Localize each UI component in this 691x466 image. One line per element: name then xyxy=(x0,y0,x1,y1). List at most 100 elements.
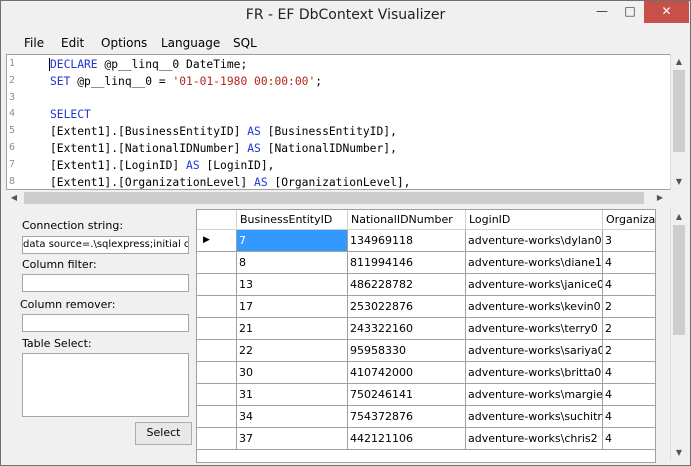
grid-cell[interactable]: adventure-works\janice0 xyxy=(466,274,603,296)
scroll-right-arrow-icon[interactable]: ▶ xyxy=(652,190,668,206)
row-header[interactable]: ▶ xyxy=(197,230,237,252)
code-token: [Extent1].[NationalIDNumber] xyxy=(50,142,248,155)
scroll-thumb[interactable] xyxy=(24,192,644,204)
code-token: [Extent1].[BusinessEntityID] xyxy=(50,125,248,139)
grid-cell[interactable]: 4 xyxy=(603,384,655,406)
grid-cell[interactable]: 754372876 xyxy=(348,406,466,428)
grid-cell[interactable]: 4 xyxy=(603,252,655,274)
grid-corner-header[interactable] xyxy=(197,210,237,230)
grid-cell[interactable]: adventure-works\sariya0 xyxy=(466,340,603,362)
minimize-button[interactable]: — xyxy=(588,1,616,23)
line-number: 4 xyxy=(9,108,16,120)
row-header[interactable] xyxy=(197,252,237,274)
menu-edit[interactable]: Edit xyxy=(61,36,84,50)
menu-language[interactable]: Language xyxy=(161,36,220,50)
column-header[interactable]: OrganizationL xyxy=(603,210,655,230)
grid-cell[interactable]: 13 xyxy=(237,274,348,296)
grid-cell[interactable]: 486228782 xyxy=(348,274,466,296)
grid-cell[interactable]: adventure-works\diane1 xyxy=(466,252,603,274)
select-button[interactable]: Select xyxy=(135,422,192,445)
grid-cell[interactable]: 37 xyxy=(237,428,348,450)
grid-cell[interactable]: 4 xyxy=(603,406,655,428)
grid-cell[interactable]: 21 xyxy=(237,318,348,340)
column-header[interactable]: BusinessEntityID xyxy=(237,210,348,230)
grid-cell[interactable]: 95958330 xyxy=(348,340,466,362)
row-header[interactable] xyxy=(197,362,237,384)
grid-cell[interactable]: adventure-works\margie0 xyxy=(466,384,603,406)
column-header[interactable]: NationalIDNumber xyxy=(348,210,466,230)
editor-vertical-scrollbar[interactable]: ▲ ▼ xyxy=(670,54,687,190)
line-number-gutter: 1 2 3 4 5 6 7 8 xyxy=(7,55,21,189)
grid-cell[interactable]: 750246141 xyxy=(348,384,466,406)
grid-cell[interactable]: adventure-works\suchitra0 xyxy=(466,406,603,428)
grid-cell[interactable]: adventure-works\kevin0 xyxy=(466,296,603,318)
scroll-down-arrow-icon[interactable]: ▼ xyxy=(671,445,687,461)
text-cursor xyxy=(49,58,50,71)
code-token: AS xyxy=(186,158,200,172)
scroll-up-arrow-icon[interactable]: ▲ xyxy=(671,209,687,225)
app-window: FR - EF DbContext Visualizer — □ ✕ File … xyxy=(0,0,691,466)
line-number: 8 xyxy=(9,175,16,187)
connection-string-input[interactable]: data source=.\sqlexpress;initial ca xyxy=(22,236,189,254)
grid-cell[interactable]: adventure-works\dylan0 xyxy=(466,230,603,252)
column-remover-input[interactable] xyxy=(22,314,189,332)
grid-cell[interactable]: 410742000 xyxy=(348,362,466,384)
grid-cell[interactable]: 31 xyxy=(237,384,348,406)
grid-cell[interactable]: 7 xyxy=(237,230,348,252)
line-number: 1 xyxy=(9,58,16,69)
grid-cell[interactable]: 811994146 xyxy=(348,252,466,274)
scroll-thumb[interactable] xyxy=(673,70,685,152)
grid-cell[interactable]: 2 xyxy=(603,318,655,340)
grid-cell[interactable]: 4 xyxy=(603,428,655,450)
scroll-left-arrow-icon[interactable]: ◀ xyxy=(6,190,22,206)
grid-cell[interactable]: 17 xyxy=(237,296,348,318)
grid-cell[interactable]: adventure-works\terry0 xyxy=(466,318,603,340)
column-filter-input[interactable] xyxy=(22,274,189,292)
maximize-button[interactable]: □ xyxy=(616,1,644,23)
column-header[interactable]: LoginID xyxy=(466,210,603,230)
scroll-down-arrow-icon[interactable]: ▼ xyxy=(671,174,687,190)
close-button[interactable]: ✕ xyxy=(644,1,689,23)
row-header[interactable] xyxy=(197,428,237,450)
code-token: SET xyxy=(50,74,71,88)
grid-cell[interactable]: 134969118 xyxy=(348,230,466,252)
row-header[interactable] xyxy=(197,384,237,406)
code-token: AS xyxy=(247,142,261,155)
code-token: DateTime xyxy=(186,58,241,71)
grid-cell[interactable]: 34 xyxy=(237,406,348,428)
grid-cell[interactable]: 243322160 xyxy=(348,318,466,340)
line-number: 7 xyxy=(9,158,16,170)
grid-cell[interactable]: 442121106 xyxy=(348,428,466,450)
row-header[interactable] xyxy=(197,406,237,428)
grid-cell[interactable]: adventure-works\britta0 xyxy=(466,362,603,384)
connection-string-label: Connection string: xyxy=(22,219,124,232)
code-line: SET @p__linq__0 = '01-01-1980 00:00:00'; xyxy=(50,75,322,88)
grid-cell[interactable]: 4 xyxy=(603,362,655,384)
row-header[interactable] xyxy=(197,318,237,340)
row-header[interactable] xyxy=(197,340,237,362)
row-header[interactable] xyxy=(197,296,237,318)
menu-options[interactable]: Options xyxy=(101,36,147,50)
grid-cell[interactable]: 253022876 xyxy=(348,296,466,318)
row-header[interactable] xyxy=(197,274,237,296)
code-token: [Extent1].[LoginID] xyxy=(50,158,187,172)
grid-cell[interactable]: 3 xyxy=(603,230,655,252)
sql-editor[interactable]: 12345678 DECLARE @p__linq__0 DateTime; SE… xyxy=(6,54,671,190)
code-line: [Extent1].[NationalIDNumber] AS [Nationa… xyxy=(50,142,397,155)
grid-cell[interactable]: 30 xyxy=(237,362,348,384)
grid-cell[interactable]: adventure-works\chris2 xyxy=(466,428,603,450)
grid-cell[interactable]: 2 xyxy=(603,296,655,318)
table-select-listbox[interactable] xyxy=(22,353,189,417)
grid-cell[interactable]: 4 xyxy=(603,274,655,296)
grid-vertical-scrollbar[interactable]: ▲ ▼ xyxy=(670,209,687,461)
scroll-thumb[interactable] xyxy=(673,225,685,335)
grid-cell[interactable]: 2 xyxy=(603,340,655,362)
menu-sql[interactable]: SQL xyxy=(233,36,257,50)
scroll-up-arrow-icon[interactable]: ▲ xyxy=(671,54,687,70)
editor-horizontal-scrollbar[interactable]: ◀ ▶ xyxy=(6,190,669,206)
menu-file[interactable]: File xyxy=(24,36,44,50)
grid-cell[interactable]: 8 xyxy=(237,252,348,274)
grid-cell[interactable]: 22 xyxy=(237,340,348,362)
results-grid[interactable]: BusinessEntityID NationalIDNumber LoginID O… xyxy=(196,209,656,463)
settings-panel: Connection string: data source=.\sqlexpr… xyxy=(6,209,194,461)
